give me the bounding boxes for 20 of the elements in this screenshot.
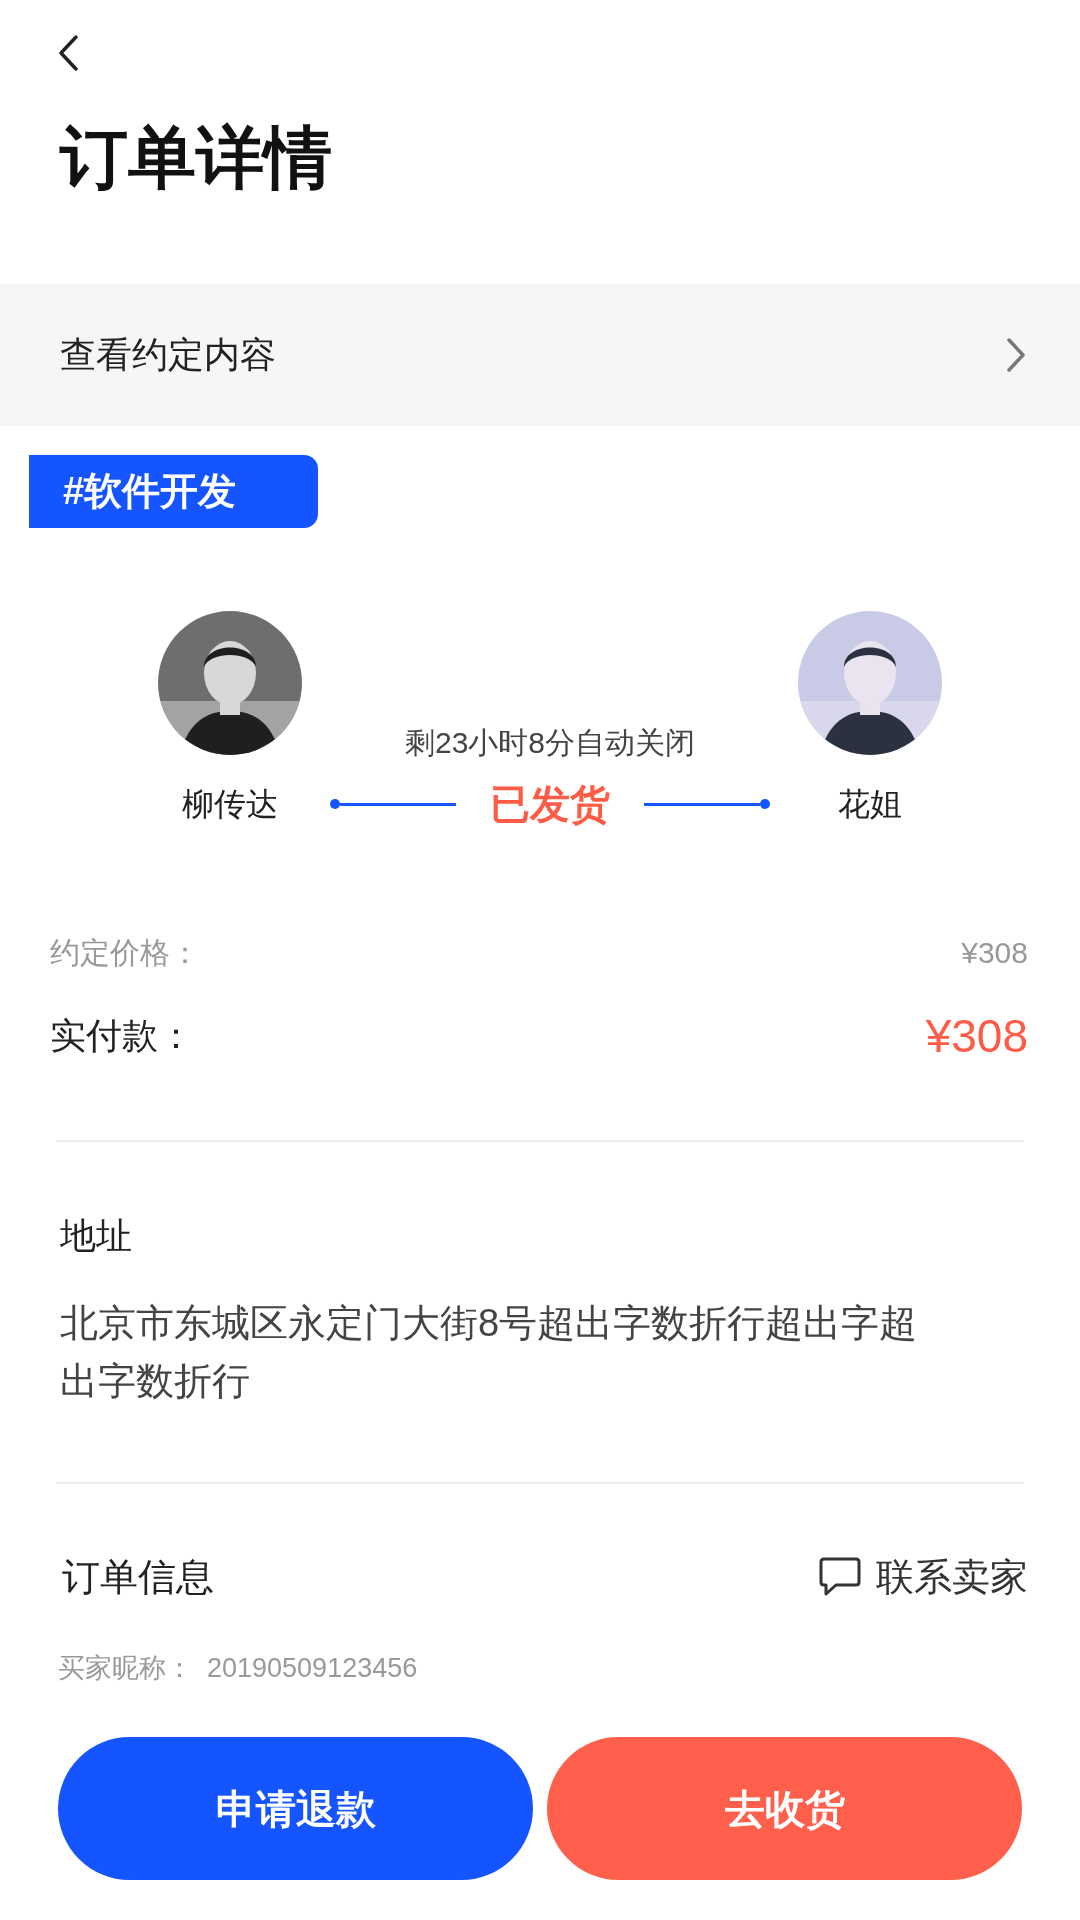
price-label: 实付款： bbox=[50, 1014, 194, 1058]
party-name: 花姐 bbox=[838, 785, 902, 824]
chat-bubble-icon bbox=[818, 1556, 862, 1598]
price-value: ¥308 bbox=[961, 935, 1028, 971]
category-tag: #软件开发 bbox=[29, 455, 318, 528]
countdown-text: 剩23小时8分自动关闭 bbox=[404, 725, 696, 761]
chevron-right-icon bbox=[1006, 337, 1026, 373]
party-name: 柳传达 bbox=[182, 785, 278, 824]
order-status: 已发货 bbox=[489, 784, 611, 824]
address-text: 北京市东城区永定门大街8号超出字数折行超出字超出字数折行 bbox=[60, 1301, 919, 1404]
agreement-link[interactable]: 查看约定内容 bbox=[0, 284, 1080, 426]
contact-seller-link[interactable]: 联系卖家 bbox=[818, 1553, 1028, 1601]
page-title: 订单详情 bbox=[60, 118, 332, 197]
section-heading: 订单信息 bbox=[62, 1555, 214, 1600]
field-label: 买家昵称： bbox=[58, 1652, 193, 1685]
field-value: 20190509123456 bbox=[207, 1652, 418, 1685]
refund-button[interactable]: 申请退款 bbox=[58, 1737, 533, 1880]
section-heading: 地址 bbox=[59, 1214, 133, 1258]
price-label: 约定价格： bbox=[50, 935, 200, 971]
price-value: ¥308 bbox=[925, 1009, 1028, 1064]
